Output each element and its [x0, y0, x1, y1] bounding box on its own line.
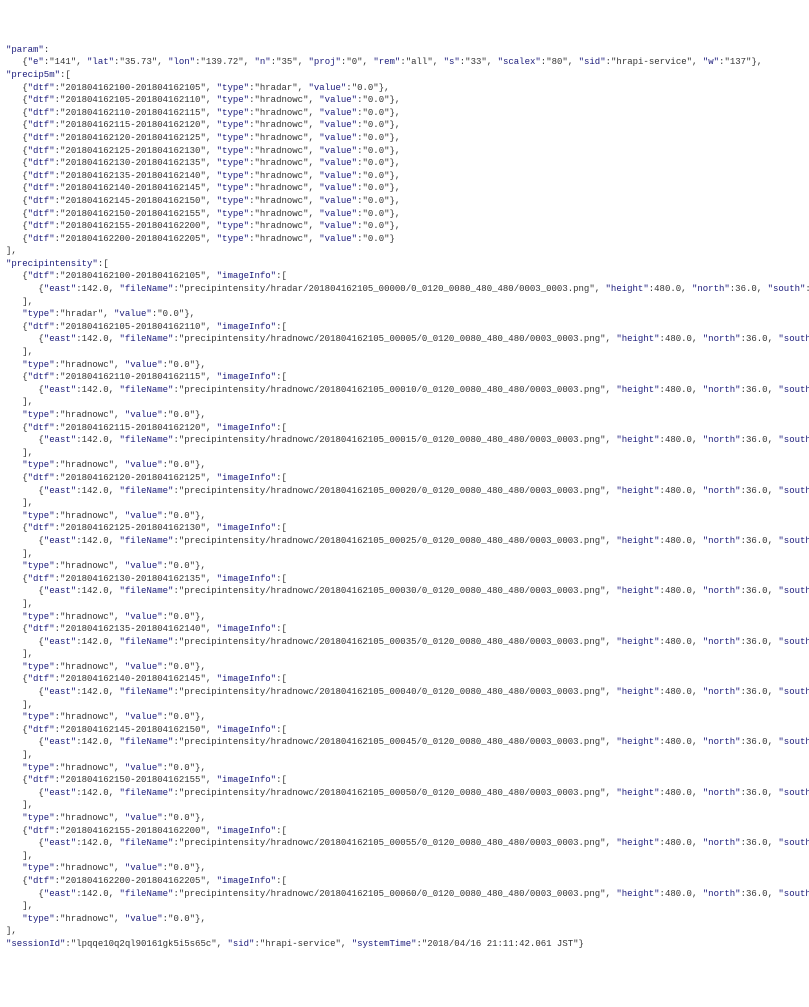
- json-output: "param": {"e":"141", "lat":"35.73", "lon…: [6, 44, 803, 951]
